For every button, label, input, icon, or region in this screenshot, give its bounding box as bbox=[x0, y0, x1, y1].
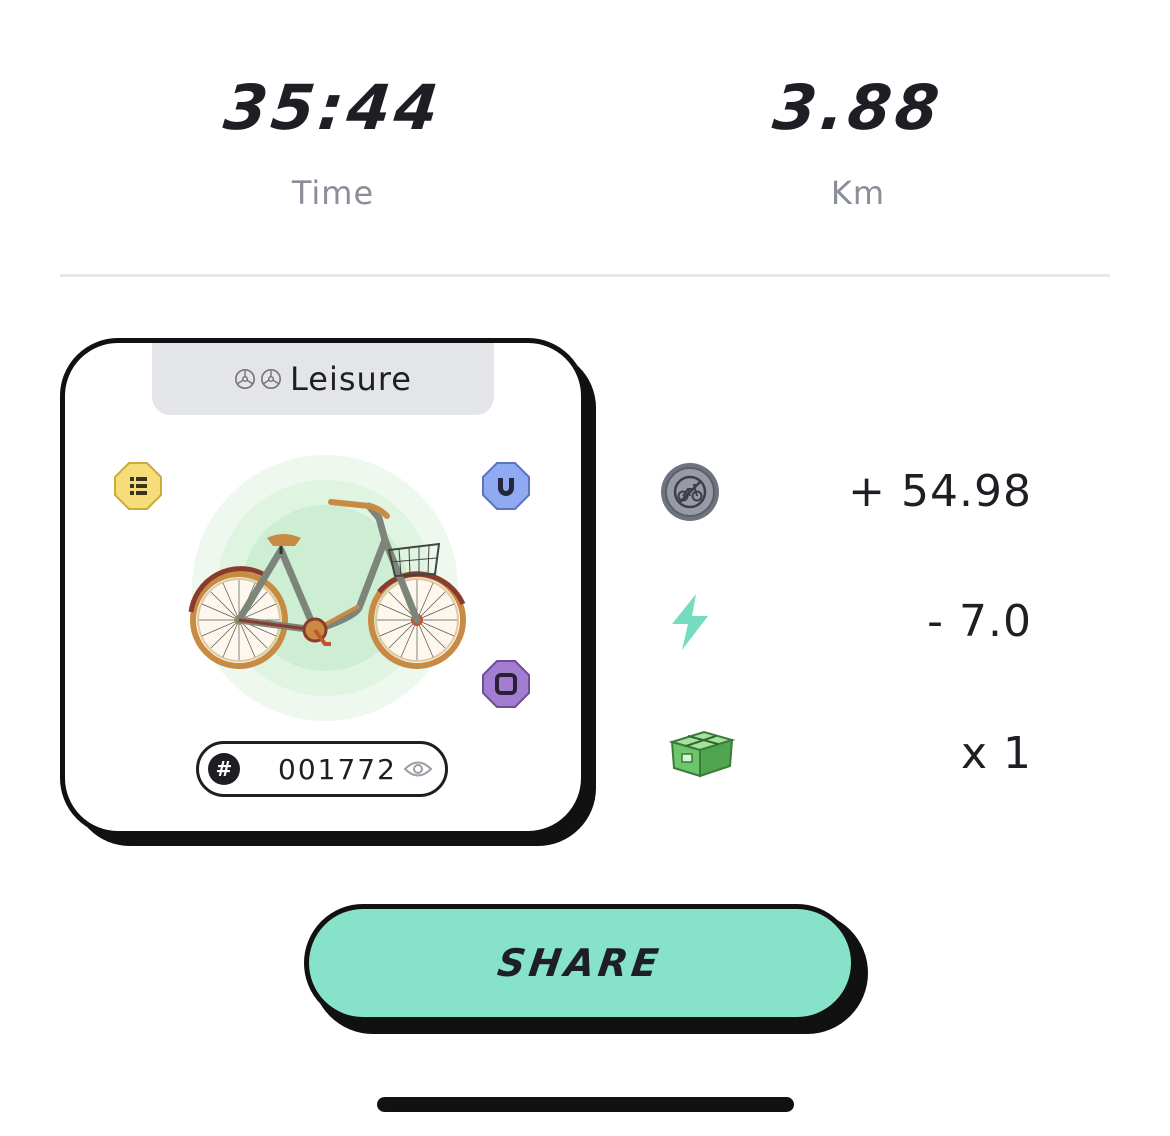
bike-id: 001772 bbox=[278, 752, 397, 786]
lightning-icon bbox=[672, 594, 708, 650]
divider bbox=[60, 274, 1110, 277]
mystery-box-value: x 1 bbox=[960, 728, 1032, 779]
square-icon[interactable] bbox=[481, 659, 531, 709]
hash-icon: # bbox=[208, 753, 240, 785]
coin-reward-value: + 54.98 bbox=[848, 466, 1032, 517]
energy-row: - 7.0 bbox=[660, 592, 1032, 662]
eye-icon[interactable] bbox=[403, 758, 433, 780]
share-button-label: SHARE bbox=[495, 941, 665, 985]
time-label: Time bbox=[291, 174, 375, 212]
magnet-icon[interactable] bbox=[481, 461, 531, 511]
share-button[interactable]: SHARE bbox=[304, 904, 856, 1022]
bike-image bbox=[188, 499, 466, 669]
mystery-box-row: x 1 bbox=[660, 724, 1032, 794]
steering-wheel-icon bbox=[235, 369, 256, 389]
distance-stat: 3.88 Km bbox=[658, 70, 1058, 212]
time-value: 35:44 bbox=[220, 71, 446, 144]
energy-value: - 7.0 bbox=[927, 596, 1032, 647]
mystery-box-icon bbox=[668, 730, 736, 778]
bike-category-tab: Leisure bbox=[152, 343, 494, 415]
distance-value: 3.88 bbox=[769, 71, 947, 144]
coin-icon bbox=[661, 463, 719, 521]
bike-card[interactable]: Leisure # 001772 bbox=[60, 338, 586, 836]
home-indicator[interactable] bbox=[377, 1097, 794, 1112]
bike-category-label: Leisure bbox=[290, 360, 412, 398]
bike-id-pill[interactable]: # 001772 bbox=[196, 741, 448, 797]
steering-wheel-icon bbox=[261, 369, 282, 389]
time-stat: 35:44 Time bbox=[133, 70, 533, 212]
coin-reward-row: + 54.98 bbox=[660, 462, 1032, 532]
list-icon[interactable] bbox=[113, 461, 163, 511]
distance-label: Km bbox=[830, 174, 886, 212]
